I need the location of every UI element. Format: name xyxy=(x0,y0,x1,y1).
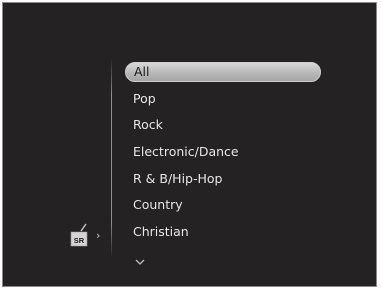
menu-item-christian[interactable]: Christian xyxy=(125,222,321,242)
menu-item-all[interactable]: All xyxy=(125,62,321,82)
divider-line xyxy=(111,58,112,258)
menu-item-electronic-dance[interactable]: Electronic/Dance xyxy=(125,142,321,162)
chevron-right-icon: › xyxy=(96,229,101,242)
menu-item-pop[interactable]: Pop xyxy=(125,89,321,109)
genre-menu: All Pop Rock Electronic/Dance R & B/Hip-… xyxy=(125,62,321,249)
menu-item-rnb-hiphop[interactable]: R & B/Hip-Hop xyxy=(125,169,321,189)
menu-item-rock[interactable]: Rock xyxy=(125,115,321,135)
sr-label: SR xyxy=(74,236,85,245)
satellite-radio-icon: SR xyxy=(70,223,88,247)
source-indicator: SR › xyxy=(67,223,107,249)
screen: SR › All Pop Rock Electronic/Dance R & B… xyxy=(2,2,377,287)
chevron-down-icon[interactable] xyxy=(134,257,146,267)
menu-item-country[interactable]: Country xyxy=(125,195,321,215)
